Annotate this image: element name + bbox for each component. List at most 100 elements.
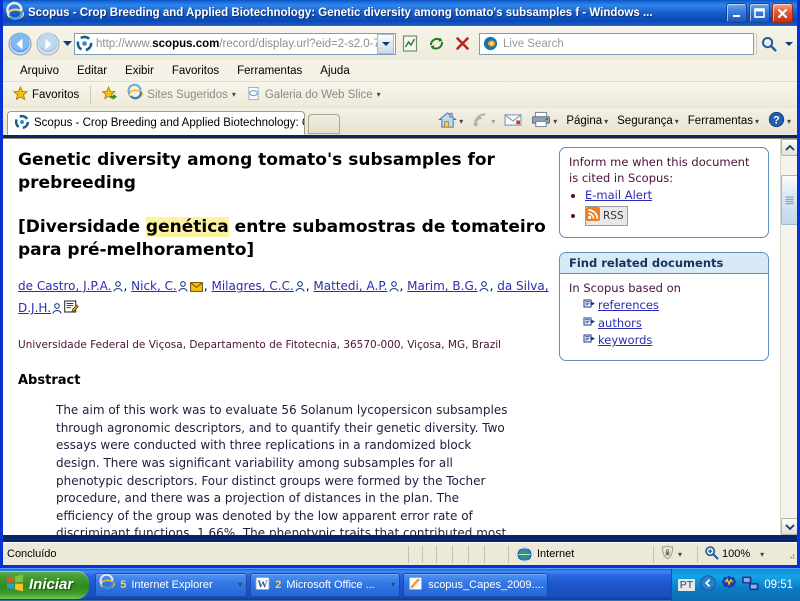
- security-menu-label: Segurança: [617, 115, 673, 127]
- chevron-down-icon[interactable]: ▾: [232, 90, 236, 99]
- close-button[interactable]: [772, 3, 793, 23]
- security-dropdown-icon[interactable]: ▾: [675, 117, 679, 126]
- print-dropdown-icon[interactable]: ▾: [553, 117, 557, 126]
- page-dropdown-icon[interactable]: ▾: [604, 117, 608, 126]
- search-provider-dropdown-icon[interactable]: [782, 33, 795, 55]
- minimize-button[interactable]: [726, 3, 747, 23]
- taskbar-item-count-1: 5: [120, 579, 126, 591]
- chevron-down-icon-2[interactable]: ▾: [377, 90, 381, 99]
- window-title: Scopus - Crop Breeding and Applied Biote…: [28, 7, 726, 19]
- security-zone[interactable]: Internet: [508, 546, 653, 563]
- tab-favicon: [15, 115, 29, 132]
- tray-network-icon[interactable]: [742, 576, 759, 594]
- compatibility-view-icon[interactable]: [398, 32, 422, 55]
- add-to-favorites-button[interactable]: [98, 85, 121, 105]
- address-input[interactable]: http://www.scopus.com/record/display.url…: [74, 33, 396, 55]
- scrollbar-thumb[interactable]: [781, 175, 797, 225]
- status-cell-4: [452, 546, 468, 563]
- author-profile-icon-4[interactable]: [389, 279, 399, 299]
- read-mail-button[interactable]: [500, 111, 526, 132]
- rss-button[interactable]: RSS: [585, 206, 628, 226]
- feeds-button[interactable]: ▾: [468, 109, 499, 133]
- author-profile-icon-2[interactable]: [178, 279, 188, 299]
- taskbar-item-internet-explorer[interactable]: 5 Internet Explorer ▾: [95, 573, 247, 597]
- stop-icon[interactable]: [450, 32, 474, 55]
- home-dropdown-icon[interactable]: ▾: [459, 117, 463, 126]
- keywords-link[interactable]: keywords: [598, 333, 652, 349]
- author-email-icon[interactable]: [190, 279, 203, 299]
- author-profile-icon-3[interactable]: [295, 279, 305, 299]
- help-dropdown-icon[interactable]: ▾: [787, 117, 791, 126]
- abstract-heading: Abstract: [18, 373, 553, 388]
- zoom-control[interactable]: 100% ▾: [697, 546, 783, 563]
- tab-active[interactable]: Scopus - Crop Breeding and Applied Biote…: [7, 111, 305, 135]
- menu-item-ferramentas[interactable]: Ferramentas: [228, 63, 311, 79]
- tray-expand-icon[interactable]: [700, 575, 716, 594]
- author-link-1[interactable]: de Castro, J.P.A.: [18, 279, 112, 293]
- email-alert-link[interactable]: E-mail Alert: [585, 188, 652, 202]
- feeds-dropdown-icon[interactable]: ▾: [491, 117, 495, 126]
- taskbar-item-microsoft-office[interactable]: W 2 Microsoft Office ... ▾: [250, 573, 400, 597]
- taskbar-group-dropdown-icon-2[interactable]: ▾: [387, 580, 395, 589]
- scroll-down-button[interactable]: [781, 518, 797, 535]
- new-tab-button[interactable]: [308, 114, 340, 134]
- search-input[interactable]: Live Search: [479, 33, 754, 55]
- author-profile-icon-1[interactable]: [113, 279, 123, 299]
- home-button[interactable]: ▾: [434, 109, 467, 134]
- list-item-authors: authors: [583, 316, 759, 332]
- page-menu-button[interactable]: Página ▾: [562, 113, 612, 129]
- back-button[interactable]: [7, 31, 33, 57]
- web-slice-gallery-button[interactable]: Galeria do Web Slice ▾: [243, 85, 385, 105]
- author-correspondence-icon[interactable]: [64, 300, 79, 321]
- print-button[interactable]: ▾: [527, 109, 561, 133]
- search-button[interactable]: [756, 33, 780, 55]
- maximize-button[interactable]: [749, 3, 770, 23]
- authors-link[interactable]: authors: [598, 316, 642, 332]
- author-profile-icon-5[interactable]: [479, 279, 489, 299]
- search-placeholder: Live Search: [503, 38, 564, 50]
- menu-item-favoritos[interactable]: Favoritos: [163, 63, 228, 79]
- address-dropdown-button[interactable]: [377, 34, 394, 54]
- menu-bar: Arquivo Editar Exibir Favoritos Ferramen…: [3, 60, 797, 81]
- menu-item-arquivo[interactable]: Arquivo: [11, 63, 68, 79]
- protected-mode-dropdown-icon[interactable]: ▾: [678, 550, 682, 559]
- suggested-sites-button[interactable]: Sites Sugeridos ▾: [124, 85, 240, 105]
- tools-menu-button[interactable]: Ferramentas ▾: [684, 113, 763, 129]
- forward-button[interactable]: [35, 31, 61, 57]
- author-profile-icon-6[interactable]: [52, 301, 62, 321]
- menu-item-editar[interactable]: Editar: [68, 63, 116, 79]
- menu-item-exibir[interactable]: Exibir: [116, 63, 163, 79]
- tray-antivirus-icon[interactable]: [721, 575, 737, 594]
- vertical-scrollbar[interactable]: [780, 139, 797, 535]
- document-stack-icon-1: [583, 298, 596, 314]
- help-button[interactable]: ? ▾: [764, 109, 795, 133]
- taskbar-group-dropdown-icon-1[interactable]: ▾: [234, 580, 242, 589]
- refresh-icon[interactable]: [424, 32, 448, 55]
- clock[interactable]: 09:51: [764, 579, 793, 591]
- taskbar-item-label-3: scopus_Capes_2009....: [428, 579, 544, 591]
- resize-grip[interactable]: [783, 546, 797, 563]
- rss-label: RSS: [603, 209, 624, 223]
- author-link-4[interactable]: Mattedi, A.P.: [313, 279, 387, 293]
- author-link-3[interactable]: Milagres, C.C.: [211, 279, 293, 293]
- favorites-button[interactable]: Favoritos: [9, 85, 83, 105]
- scroll-up-button[interactable]: [781, 139, 797, 156]
- tools-dropdown-icon[interactable]: ▾: [755, 117, 759, 126]
- author-link-2[interactable]: Nick, C.: [131, 279, 177, 293]
- zoom-dropdown-icon[interactable]: ▾: [760, 550, 764, 559]
- taskbar-item-scopus-document[interactable]: scopus_Capes_2009....: [403, 573, 548, 597]
- scrollbar-grip-icon: [785, 196, 794, 205]
- taskbar-item-label-1: Internet Explorer: [131, 579, 212, 591]
- references-link[interactable]: references: [598, 298, 659, 314]
- protected-mode-indicator[interactable]: ▾: [653, 546, 697, 563]
- document-stack-icon-3: [583, 333, 596, 349]
- menu-item-ajuda[interactable]: Ajuda: [311, 63, 358, 79]
- security-menu-button[interactable]: Segurança ▾: [613, 113, 683, 129]
- status-cell-6: [484, 546, 508, 563]
- internet-explorer-small-icon: [128, 86, 143, 104]
- start-button[interactable]: Iniciar: [0, 571, 89, 599]
- browser-window: Scopus - Crop Breeding and Applied Biote…: [0, 0, 800, 568]
- author-link-5[interactable]: Marim, B.G.: [407, 279, 477, 293]
- recent-pages-dropdown-icon[interactable]: [63, 31, 72, 57]
- language-indicator[interactable]: PT: [678, 579, 695, 591]
